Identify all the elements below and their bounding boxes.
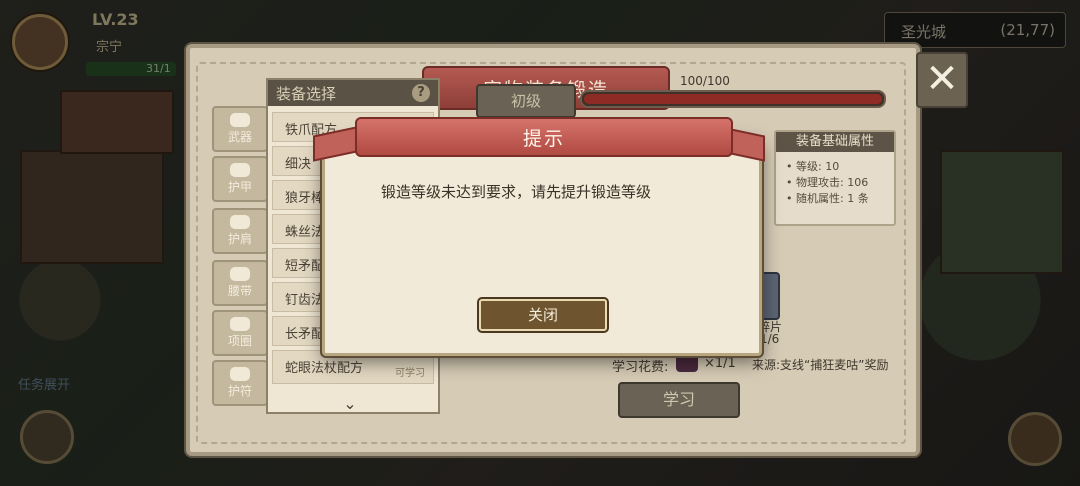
tab-amulet[interactable]: 护符 bbox=[212, 360, 268, 406]
list-title: 装备选择 bbox=[276, 85, 337, 103]
tab-armor[interactable]: 护甲 bbox=[212, 156, 268, 202]
forge-level-badge: 初级 bbox=[476, 84, 576, 118]
dialog-title-ribbon: 提示 bbox=[355, 117, 733, 157]
tab-label: 护甲 bbox=[227, 180, 252, 194]
tab-label: 护肩 bbox=[227, 232, 252, 246]
shoulder-icon bbox=[230, 215, 250, 229]
close-panel-button[interactable]: ✕ bbox=[916, 52, 968, 108]
forge-progress-bar bbox=[580, 90, 886, 108]
tab-label: 护符 bbox=[227, 384, 252, 398]
list-item-label: 蛛丝法 bbox=[285, 225, 325, 240]
amulet-icon bbox=[230, 367, 250, 381]
tab-weapon[interactable]: 武器 bbox=[212, 106, 268, 152]
forge-progress-text: 100/100 bbox=[680, 74, 730, 88]
tab-shoulder[interactable]: 护肩 bbox=[212, 208, 268, 254]
forge-progress-fill bbox=[584, 94, 882, 104]
tab-label: 项圈 bbox=[227, 334, 252, 348]
attribute-line: 物理攻击: 106 bbox=[786, 174, 868, 190]
list-header: 装备选择 ? bbox=[268, 80, 438, 106]
learn-button[interactable]: 学习 bbox=[618, 382, 740, 418]
dialog-title: 提示 bbox=[522, 128, 565, 150]
attribute-line: 等级: 10 bbox=[786, 158, 839, 174]
tab-label: 腰带 bbox=[227, 284, 252, 298]
hint-dialog: 提示 锻造等级未达到要求，请先提升锻造等级 关闭 bbox=[313, 117, 765, 356]
tab-label: 武器 bbox=[227, 130, 252, 144]
dialog-close-button[interactable]: 关闭 bbox=[479, 299, 607, 331]
sword-icon bbox=[230, 113, 250, 127]
list-item-tag: 可学习 bbox=[395, 368, 425, 379]
armor-icon bbox=[230, 163, 250, 177]
list-item-label: 短矛配 bbox=[285, 259, 325, 274]
list-item-label: 钉齿法 bbox=[285, 293, 325, 308]
belt-icon bbox=[230, 267, 250, 281]
attribute-title: 装备基础属性 bbox=[776, 132, 894, 152]
tab-belt[interactable]: 腰带 bbox=[212, 260, 268, 306]
list-item-label: 细决 bbox=[285, 157, 312, 172]
list-item-label: 长矛配 bbox=[285, 327, 325, 342]
collar-icon bbox=[230, 317, 250, 331]
help-icon[interactable]: ? bbox=[412, 84, 430, 102]
list-item-label: 狼牙棒 bbox=[285, 191, 325, 206]
source-text: 来源:支线“捕狂麦咕”奖励 bbox=[752, 358, 889, 372]
attribute-box: 装备基础属性 等级: 10 物理攻击: 106 随机属性: 1 条 bbox=[774, 130, 896, 226]
chevron-down-icon[interactable]: ⌄ bbox=[340, 394, 360, 413]
tab-collar[interactable]: 项圈 bbox=[212, 310, 268, 356]
fragment-count: 1/6 bbox=[760, 332, 780, 346]
cost-count: ×1/1 bbox=[704, 356, 736, 371]
list-item-label: 蛇眼法杖配方 bbox=[285, 361, 364, 376]
cost-label: 学习花费: bbox=[612, 360, 669, 375]
dialog-message: 锻造等级未达到要求，请先提升锻造等级 bbox=[381, 183, 652, 201]
attribute-line: 随机属性: 1 条 bbox=[786, 190, 869, 206]
